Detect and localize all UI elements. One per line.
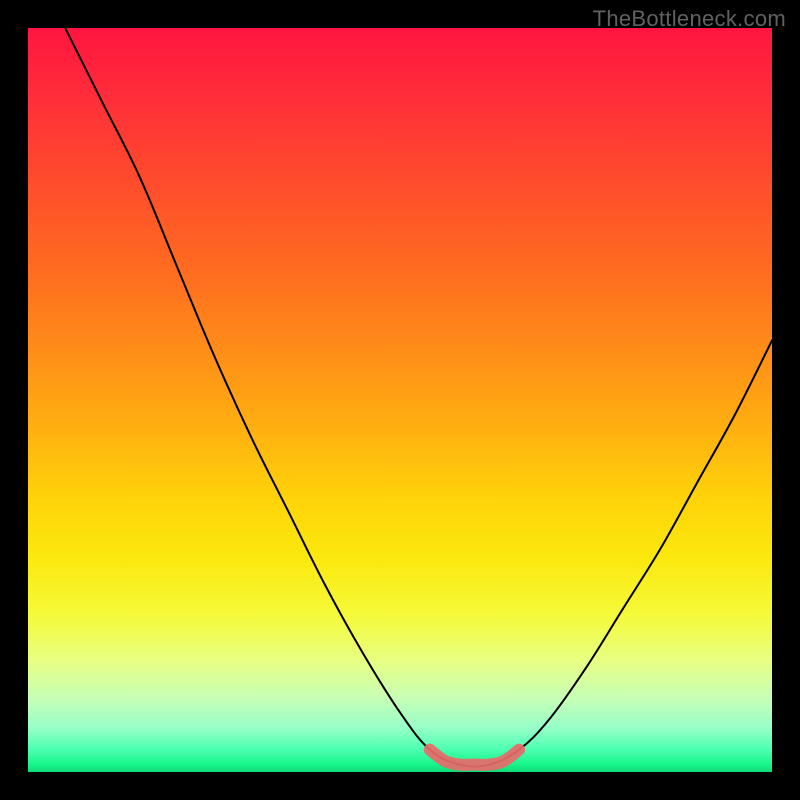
curves-svg [28, 28, 772, 772]
optimal-zone-marker [430, 750, 519, 765]
bottleneck-curve [65, 28, 772, 767]
plot-area [28, 28, 772, 772]
chart-container: TheBottleneck.com [0, 0, 800, 800]
